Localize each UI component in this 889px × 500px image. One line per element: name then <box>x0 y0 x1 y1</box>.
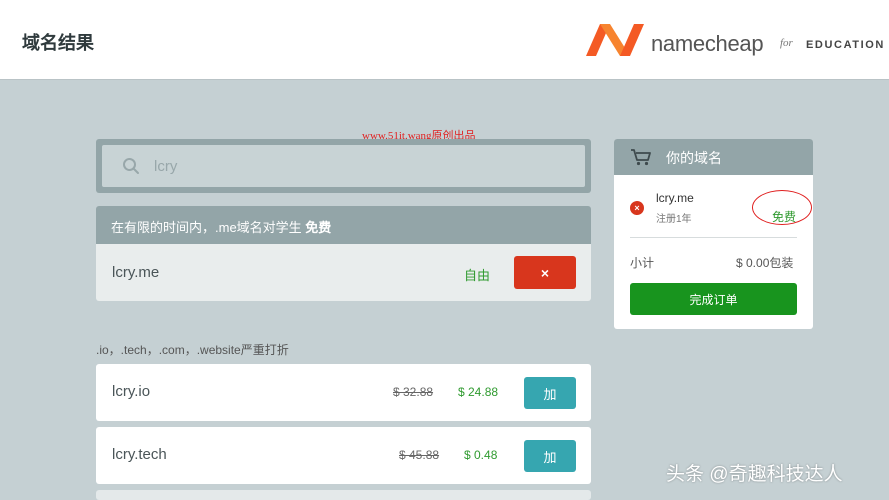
subtotal-value: $ 0.00包装 <box>736 256 794 270</box>
cart-item-term: 注册1年 <box>656 214 692 225</box>
search-icon <box>123 158 139 174</box>
cart-panel: 你的域名 × lcry.me 注册1年 免费 小计 $ 0.00包装 完成订单 <box>614 139 813 329</box>
domain-result-row: lcry.tech $ 45.88 $ 0.48 加 <box>96 427 591 484</box>
page-title: 域名结果 <box>22 33 94 53</box>
search-input[interactable] <box>154 155 554 177</box>
original-price: $ 45.88 <box>399 448 440 462</box>
close-icon: × <box>540 264 550 281</box>
cart-item-price: 免费 <box>772 210 797 224</box>
promo-headline: 在有限的时间内，.me域名对学生 <box>111 220 306 235</box>
watermark-bottom: 头条 @奇趣科技达人 <box>666 464 843 485</box>
domain-result-row-partial <box>96 490 591 500</box>
discount-price: $ 24.88 <box>458 385 499 399</box>
brand-for: for <box>780 37 793 49</box>
add-to-cart-button[interactable]: 加 <box>524 440 576 472</box>
cart-header: 你的域名 <box>614 139 813 175</box>
add-to-cart-button[interactable]: 加 <box>524 377 576 409</box>
complete-order-button[interactable]: 完成订单 <box>630 283 797 315</box>
remove-domain-button[interactable]: × <box>514 256 576 289</box>
promo-header: 在有限的时间内，.me域名对学生 免费 <box>96 206 591 244</box>
promo-card: 在有限的时间内，.me域名对学生 免费 lcry.me 自由 × <box>96 206 591 301</box>
subtotal-label: 小计 <box>630 256 655 270</box>
cart-item-domain: lcry.me <box>656 191 694 205</box>
promo-domain-status: 自由 <box>464 268 491 283</box>
original-price: $ 32.88 <box>393 385 434 399</box>
discount-price: $ 0.48 <box>464 448 498 462</box>
domain-name: lcry.io <box>112 383 151 400</box>
domain-result-row: lcry.io $ 32.88 $ 24.88 加 <box>96 364 591 421</box>
promo-headline-free: 免费 <box>305 220 332 235</box>
cart-divider <box>630 237 797 238</box>
cart-remove-button[interactable]: × <box>630 201 644 215</box>
brand-education: EDUCATION <box>806 39 885 51</box>
close-icon: × <box>634 203 640 213</box>
search-box[interactable] <box>102 145 585 187</box>
domain-name: lcry.tech <box>112 446 167 463</box>
promo-domain-row: lcry.me 自由 × <box>96 244 591 301</box>
brand-name: namecheap <box>651 31 764 56</box>
namecheap-n-icon <box>586 24 644 56</box>
cart-title: 你的域名 <box>666 150 722 166</box>
cart-icon <box>631 149 651 166</box>
top-bar: 域名结果 namecheap for EDUCATION <box>0 0 889 80</box>
discount-note: .io，.tech，.com，.website严重打折 <box>96 343 289 357</box>
promo-domain-name: lcry.me <box>112 264 160 281</box>
search-bar <box>96 139 591 193</box>
